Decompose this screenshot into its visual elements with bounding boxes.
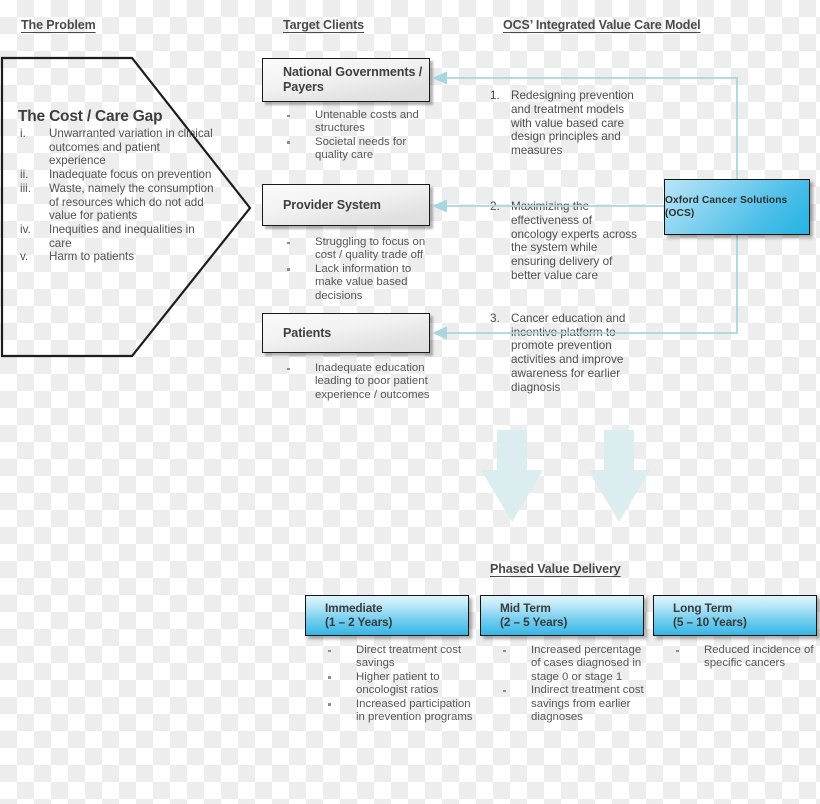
list-item: v. Harm to patients — [18, 250, 214, 264]
target-client-label: National Governments / Payers — [283, 65, 423, 94]
target-client-label: Patients — [283, 325, 332, 340]
phase-box-mid-term[interactable]: Mid Term (2 – 5 Years) — [480, 595, 644, 636]
header-ocs-model: OCS’ Integrated Value Care Model — [503, 18, 701, 32]
phase-title: Long Term — [673, 600, 733, 615]
phase-bullets-immediate: Direct treatment cost savings Higher pat… — [325, 644, 477, 724]
phase-period: (2 – 5 Years) — [500, 614, 568, 629]
target-client-box-patients[interactable]: Patients — [262, 313, 430, 353]
connector-arrowhead-3 — [432, 326, 447, 340]
phase-box-long-term[interactable]: Long Term (5 – 10 Years) — [653, 595, 817, 636]
list-item: 1. Redesigning prevention and treatment … — [490, 89, 642, 158]
cost-care-gap-list: i. Unwarranted variation in clinical out… — [18, 127, 214, 264]
phase-label: Immediate (1 – 2 Years) — [325, 600, 393, 629]
phase-title: Immediate — [325, 600, 383, 615]
phase-title: Mid Term — [500, 600, 551, 615]
list-text: Inequities and inequalities in care — [49, 222, 195, 250]
list-marker: 1. — [490, 89, 500, 102]
phase-label: Mid Term (2 – 5 Years) — [500, 600, 568, 629]
header-phased-value-delivery: Phased Value Delivery — [490, 562, 621, 576]
list-marker: iii. — [20, 181, 31, 195]
phase-bullets-mid-term: Increased percentage of cases diagnosed … — [500, 644, 652, 724]
list-marker: iv. — [20, 222, 31, 236]
the-problem-chevron: The Cost / Care Gap i. Unwarranted varia… — [0, 56, 254, 358]
list-item: 3. Cancer education and incentive platfo… — [490, 312, 642, 395]
list-item: i. Unwarranted variation in clinical out… — [18, 127, 214, 168]
target-client-label: Provider System — [283, 197, 381, 212]
ocs-box-label: Oxford Cancer Solutions (OCS) — [665, 195, 788, 219]
connector-arrowhead-1 — [432, 71, 447, 85]
target-client-box-national-governments[interactable]: National Governments / Payers — [262, 58, 430, 102]
target-client-bullets-provider-system: Struggling to focus on cost / quality tr… — [284, 236, 436, 303]
header-target-clients: Target Clients — [283, 18, 365, 32]
phase-period: (5 – 10 Years) — [673, 614, 747, 629]
list-text: Waste, namely the consumption of resourc… — [49, 181, 214, 223]
list-item: Societal needs for quality care — [284, 136, 432, 163]
list-item: Increased percentage of cases diagnosed … — [500, 644, 652, 684]
list-item: Increased participation in prevention pr… — [325, 698, 477, 725]
diagram-canvas: The Problem Target Clients OCS’ Integrat… — [0, 0, 820, 804]
oxford-cancer-solutions-box[interactable]: Oxford Cancer Solutions (OCS) — [664, 179, 810, 235]
phase-box-immediate[interactable]: Immediate (1 – 2 Years) — [305, 595, 469, 636]
list-marker: i. — [20, 127, 26, 140]
cost-care-gap-title: The Cost / Care Gap — [18, 108, 163, 125]
ocs-model-points: 1. Redesigning prevention and treatment … — [490, 89, 642, 395]
down-arrow-left-icon — [481, 430, 543, 522]
list-marker: 3. — [490, 311, 500, 325]
list-item: ii. Inadequate focus on prevention — [18, 168, 214, 182]
list-item: 2. Maximizing the effectiveness of oncol… — [490, 200, 642, 283]
phase-label: Long Term (5 – 10 Years) — [673, 600, 747, 629]
list-text: Inadequate focus on prevention — [49, 168, 212, 182]
list-text: Harm to patients — [49, 250, 135, 264]
list-marker: 2. — [490, 199, 500, 213]
header-the-problem: The Problem — [21, 18, 96, 32]
the-problem-content: The Cost / Care Gap i. Unwarranted varia… — [18, 108, 214, 264]
target-client-bullets-patients: Inadequate education leading to poor pat… — [284, 362, 434, 402]
list-marker: ii. — [20, 168, 29, 182]
down-arrow-right-icon — [588, 430, 650, 522]
list-item: Reduced incidence of specific cancers — [673, 644, 820, 671]
target-client-box-provider-system[interactable]: Provider System — [262, 184, 430, 226]
list-item: iii. Waste, namely the consumption of re… — [18, 182, 214, 223]
phase-period: (1 – 2 Years) — [325, 614, 393, 629]
list-item: Untenable costs and structures — [284, 109, 432, 136]
list-item: Lack information to make value based dec… — [284, 263, 436, 303]
list-item: Direct treatment cost savings — [325, 644, 477, 671]
list-item: Struggling to focus on cost / quality tr… — [284, 236, 436, 263]
list-marker: v. — [20, 250, 29, 264]
list-text: Redesigning prevention and treatment mod… — [511, 89, 634, 158]
connector-arrowhead-2 — [432, 199, 447, 213]
list-item: Indirect treatment cost savings from ear… — [500, 684, 652, 724]
list-text: Maximizing the effectiveness of oncology… — [511, 199, 638, 282]
list-text: Cancer education and incentive platform … — [511, 311, 626, 394]
list-item: Higher patient to oncologist ratios — [325, 671, 477, 698]
phase-bullets-long-term: Reduced incidence of specific cancers — [673, 644, 820, 671]
list-text: Unwarranted variation in clinical outcom… — [49, 127, 213, 168]
list-item: iv. Inequities and inequalities in care — [18, 223, 214, 250]
list-item: Inadequate education leading to poor pat… — [284, 362, 434, 402]
target-client-bullets-national-governments: Untenable costs and structures Societal … — [284, 109, 432, 163]
